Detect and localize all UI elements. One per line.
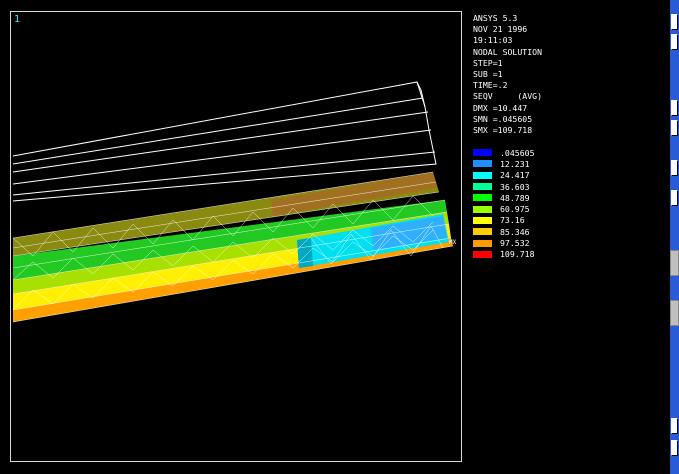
- legend-entry: .045605: [473, 147, 535, 158]
- legend-entry: 109.718: [473, 249, 535, 260]
- legend-swatch: [473, 183, 492, 191]
- fea-model-plot: MX: [12, 81, 457, 323]
- plot-info-panel: ANSYS 5.3 NOV 21 1996 19:11:03 NODAL SOL…: [473, 13, 583, 136]
- min-stress: SMN =.045605: [473, 113, 533, 124]
- legend-entry: 97.532: [473, 237, 535, 248]
- toolbar-button[interactable]: [671, 120, 678, 136]
- legend-swatch: [473, 194, 492, 202]
- toolbar-button[interactable]: [671, 100, 678, 116]
- toolbar-button[interactable]: [671, 190, 678, 206]
- legend-swatch: [473, 239, 492, 247]
- legend-value: 36.603: [500, 181, 530, 192]
- legend-entry: 60.975: [473, 203, 535, 214]
- legend-value: .045605: [500, 147, 535, 158]
- contour-legend: .045605 12.231 24.417 36.603 48.789 60.975 73.…: [473, 147, 535, 260]
- legend-entry: 85.346: [473, 226, 535, 237]
- legend-value: 48.789: [500, 192, 530, 203]
- side-toolbar: [670, 0, 679, 474]
- legend-entry: 48.789: [473, 192, 535, 203]
- contour-body: [13, 172, 453, 322]
- legend-entry: 24.417: [473, 170, 535, 181]
- wire-line: [12, 129, 432, 185]
- toolbar-button[interactable]: [671, 34, 678, 50]
- max-stress: SMX =109.718: [473, 124, 533, 135]
- contour-band-dark-cyan: [297, 238, 313, 268]
- legend-swatch: [473, 149, 492, 157]
- program-version: ANSYS 5.3: [473, 13, 518, 23]
- legend-swatch: [473, 216, 492, 224]
- legend-value: 12.231: [500, 158, 530, 169]
- legend-value: 73.16: [500, 215, 525, 226]
- legend-value: 24.417: [500, 170, 530, 181]
- toolbar-slot[interactable]: [670, 300, 679, 326]
- graphics-viewport[interactable]: 1 MX: [10, 11, 462, 462]
- max-displacement: DMX =10.447: [473, 102, 528, 113]
- legend-value: 109.718: [500, 249, 535, 260]
- load-step: STEP=1: [473, 57, 503, 68]
- legend-swatch: [473, 228, 492, 236]
- time-value: TIME=.2: [473, 80, 508, 91]
- solution-type: NODAL SOLUTION: [473, 46, 543, 57]
- wire-line: [12, 111, 429, 173]
- legend-value: 85.346: [500, 226, 530, 237]
- legend-swatch: [473, 171, 492, 179]
- plot-date: NOV 21 1996: [473, 24, 528, 35]
- legend-swatch: [473, 205, 492, 213]
- toolbar-button[interactable]: [671, 160, 678, 176]
- toolbar-button[interactable]: [671, 14, 678, 30]
- toolbar-slot[interactable]: [670, 250, 679, 276]
- toolbar-button[interactable]: [671, 418, 678, 434]
- legend-entry: 36.603: [473, 181, 535, 192]
- legend-value: 97.532: [500, 238, 530, 249]
- legend-entry: 73.16: [473, 215, 535, 226]
- plot-time: 19:11:03: [473, 35, 513, 46]
- legend-swatch: [473, 250, 492, 258]
- result-item: SEQV (AVG): [473, 91, 543, 102]
- wire-line: [12, 97, 424, 165]
- node-label-mx: MX: [449, 239, 457, 246]
- legend-entry: 12.231: [473, 158, 535, 169]
- substep: SUB =1: [473, 68, 503, 79]
- toolbar-button[interactable]: [671, 440, 678, 456]
- legend-swatch: [473, 160, 492, 168]
- legend-value: 60.975: [500, 204, 530, 215]
